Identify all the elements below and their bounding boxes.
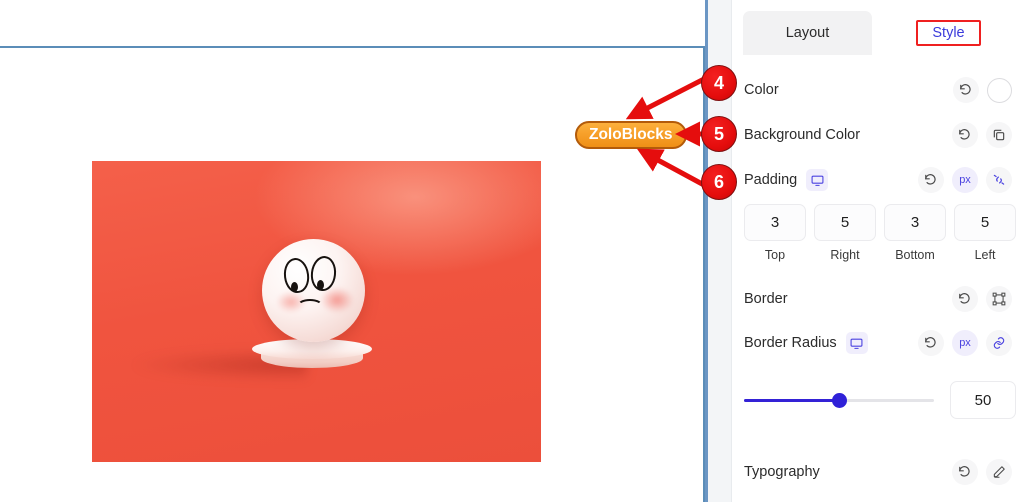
color-label: Color — [744, 82, 779, 98]
padding-actions: px — [918, 167, 1012, 193]
unlink-icon[interactable] — [986, 167, 1012, 193]
pencil-icon[interactable] — [986, 459, 1012, 485]
padding-left-cell: 5 Left — [954, 204, 1016, 262]
frown-mouth-icon — [297, 299, 323, 313]
padding-left-label: Left — [974, 248, 996, 262]
color-actions — [953, 77, 1012, 103]
cheek-right — [320, 287, 354, 313]
padding-right-label: Right — [830, 248, 860, 262]
desktop-icon[interactable] — [806, 169, 829, 191]
reset-icon[interactable] — [952, 459, 978, 485]
reset-icon[interactable] — [953, 77, 979, 103]
background-color-row: Background Color — [744, 118, 1012, 152]
sad-face-emoji-icon — [262, 239, 365, 342]
reset-icon[interactable] — [952, 286, 978, 312]
border-actions — [952, 286, 1012, 312]
padding-left-input[interactable]: 5 — [954, 204, 1016, 241]
border-radius-label: Border Radius — [744, 335, 837, 351]
background-color-actions — [952, 122, 1012, 148]
border-radius-unit-px[interactable]: px — [952, 330, 978, 356]
slider-thumb[interactable] — [831, 392, 847, 408]
padding-input-group: 3 Top 5 Right 3 Bottom 5 Left — [744, 204, 1016, 262]
color-swatch[interactable] — [987, 77, 1012, 103]
pedestal-top — [252, 339, 372, 359]
typography-actions — [952, 459, 1012, 485]
padding-top-label: Top — [764, 248, 786, 262]
padding-top-input[interactable]: 3 — [744, 204, 806, 241]
padding-unit-px[interactable]: px — [952, 167, 978, 193]
padding-top-cell: 3 Top — [744, 204, 806, 262]
canvas-image-block[interactable] — [92, 161, 541, 462]
tab-style-label: Style — [916, 20, 981, 46]
border-box-icon[interactable] — [986, 286, 1012, 312]
annotation-badge-6: 6 — [701, 164, 737, 200]
annotation-badge-5: 5 — [701, 116, 737, 152]
reset-icon[interactable] — [918, 167, 944, 193]
background-color-label: Background Color — [744, 127, 861, 143]
editor-canvas[interactable] — [0, 0, 707, 502]
padding-bottom-cell: 3 Bottom — [884, 204, 946, 262]
slider-fill — [744, 398, 839, 402]
style-settings-panel: Layout Style Color Background Color Padd… — [732, 0, 1024, 502]
color-row: Color — [744, 73, 1012, 107]
border-radius-row: Border Radius px — [744, 326, 1012, 360]
padding-right-cell: 5 Right — [814, 204, 876, 262]
pupil-left — [291, 282, 298, 292]
image-pedestal — [252, 339, 372, 373]
tab-style[interactable]: Style — [884, 11, 1013, 55]
tab-layout-label: Layout — [785, 25, 830, 41]
link-icon[interactable] — [986, 330, 1012, 356]
border-row: Border — [744, 282, 1012, 316]
typography-row: Typography — [744, 455, 1012, 489]
padding-bottom-label: Bottom — [895, 248, 935, 262]
panel-tabs: Layout Style — [732, 11, 1024, 55]
padding-row: Padding px — [744, 163, 1012, 197]
annotation-badge-4: 4 — [701, 65, 737, 101]
padding-bottom-input[interactable]: 3 — [884, 204, 946, 241]
tab-layout[interactable]: Layout — [743, 11, 872, 55]
border-radius-slider[interactable] — [744, 392, 934, 408]
pupil-right — [317, 280, 324, 290]
copy-icon[interactable] — [986, 122, 1012, 148]
typography-label: Typography — [744, 464, 820, 480]
border-radius-slider-row: 50 — [744, 381, 1016, 419]
border-radius-actions: px — [918, 330, 1012, 356]
padding-label: Padding — [744, 172, 798, 188]
desktop-icon[interactable] — [845, 332, 868, 354]
zoloblocks-button[interactable]: ZoloBlocks — [575, 121, 687, 149]
reset-icon[interactable] — [952, 122, 978, 148]
reset-icon[interactable] — [918, 330, 944, 356]
padding-right-input[interactable]: 5 — [814, 204, 876, 241]
border-radius-value-input[interactable]: 50 — [950, 381, 1016, 419]
border-label: Border — [744, 291, 788, 307]
